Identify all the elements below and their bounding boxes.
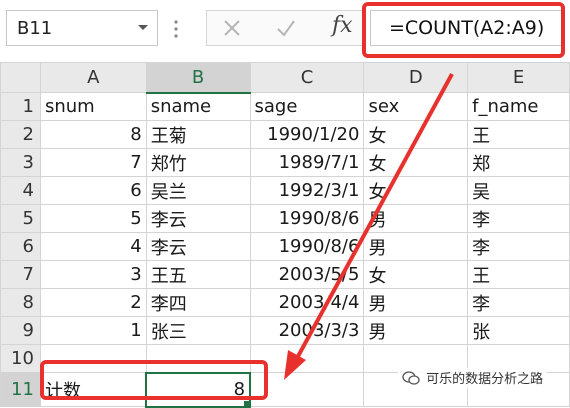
chevron-down-icon[interactable] xyxy=(137,22,149,34)
cell[interactable]: 男 xyxy=(363,204,469,233)
column-header-c[interactable]: C xyxy=(249,62,365,93)
row-header[interactable]: 1 xyxy=(0,92,41,121)
cell[interactable]: 1992/3/1 xyxy=(249,176,365,205)
column-header-a[interactable]: A xyxy=(39,62,147,93)
cell[interactable]: sage xyxy=(249,92,365,121)
cell[interactable]: 吴兰 xyxy=(145,176,251,205)
cell[interactable]: 王 xyxy=(467,120,570,149)
column-header-e[interactable]: E xyxy=(467,62,570,93)
cell[interactable]: snum xyxy=(39,92,147,121)
cell[interactable]: sname xyxy=(145,92,251,121)
cell[interactable]: 女 xyxy=(363,120,469,149)
wechat-icon xyxy=(402,371,420,385)
formula-highlight-box xyxy=(362,2,565,58)
cell[interactable]: 张 xyxy=(467,316,570,345)
cell[interactable]: 男 xyxy=(363,232,469,261)
close-icon[interactable] xyxy=(221,17,243,39)
name-box-value: B11 xyxy=(17,18,53,39)
cell[interactable]: 5 xyxy=(39,204,147,233)
cell[interactable]: 郑竹 xyxy=(145,148,251,177)
cell[interactable]: 1990/8/6 xyxy=(249,204,365,233)
row-header[interactable]: 7 xyxy=(0,260,41,289)
cell[interactable]: 王 xyxy=(467,260,570,289)
fill-handle[interactable] xyxy=(243,399,249,405)
row-header[interactable]: 5 xyxy=(0,204,41,233)
cell[interactable]: 2003/4/4 xyxy=(249,288,365,317)
drag-handle-icon[interactable] xyxy=(172,18,180,40)
row-header[interactable]: 6 xyxy=(0,232,41,261)
spreadsheet-grid: A B C D E 1 snum sname sage sex f_name 2… xyxy=(0,62,570,408)
cell[interactable]: 8 xyxy=(39,120,147,149)
column-header-b[interactable]: B xyxy=(145,62,251,94)
cell[interactable]: 李四 xyxy=(145,288,251,317)
column-header-d[interactable]: D xyxy=(363,62,469,93)
result-highlight-box xyxy=(40,360,268,400)
cell[interactable]: 1989/7/1 xyxy=(249,148,365,177)
insert-function-button[interactable]: fx xyxy=(332,13,353,38)
cell[interactable]: 1990/8/6 xyxy=(249,232,365,261)
cell[interactable]: 女 xyxy=(363,260,469,289)
cell[interactable]: f_name xyxy=(467,92,570,121)
formula-buttons: fx xyxy=(206,10,366,46)
select-all-corner[interactable] xyxy=(0,62,41,93)
cell[interactable]: 2003/3/3 xyxy=(249,316,365,345)
row-header[interactable]: 4 xyxy=(0,176,41,205)
cell[interactable]: 李 xyxy=(467,204,570,233)
cell[interactable]: 李 xyxy=(467,288,570,317)
cell[interactable]: 男 xyxy=(363,288,469,317)
row-header[interactable]: 8 xyxy=(0,288,41,317)
cell[interactable]: 1990/1/20 xyxy=(249,120,365,149)
row-header[interactable]: 3 xyxy=(0,148,41,177)
cell[interactable]: sex xyxy=(363,92,469,121)
cell[interactable]: 6 xyxy=(39,176,147,205)
cell[interactable]: 3 xyxy=(39,260,147,289)
watermark: 可乐的数据分析之路 xyxy=(398,368,548,388)
check-icon[interactable] xyxy=(275,17,297,39)
cell[interactable]: 李 xyxy=(467,232,570,261)
row-header[interactable]: 2 xyxy=(0,120,41,149)
cell[interactable]: 王菊 xyxy=(145,120,251,149)
cell[interactable]: 李云 xyxy=(145,204,251,233)
row-header[interactable]: 10 xyxy=(0,344,41,373)
cell[interactable]: 张三 xyxy=(145,316,251,345)
cell[interactable]: 女 xyxy=(363,148,469,177)
cell[interactable]: 李云 xyxy=(145,232,251,261)
name-box[interactable]: B11 xyxy=(6,10,158,46)
cell[interactable]: 7 xyxy=(39,148,147,177)
watermark-text: 可乐的数据分析之路 xyxy=(426,372,544,387)
formula-toolbar: B11 fx =COUNT(A2:A9) xyxy=(0,0,570,62)
cell[interactable]: 2003/5/5 xyxy=(249,260,365,289)
cell[interactable]: 吴 xyxy=(467,176,570,205)
cell[interactable]: 王五 xyxy=(145,260,251,289)
cell[interactable]: 郑 xyxy=(467,148,570,177)
cell[interactable]: 男 xyxy=(363,316,469,345)
cell[interactable]: 4 xyxy=(39,232,147,261)
row-header[interactable]: 11 xyxy=(0,372,41,407)
cell[interactable]: 1 xyxy=(39,316,147,345)
row-header[interactable]: 9 xyxy=(0,316,41,345)
cell[interactable]: 女 xyxy=(363,176,469,205)
cell[interactable]: 2 xyxy=(39,288,147,317)
sheet-table: A B C D E 1 snum sname sage sex f_name 2… xyxy=(0,62,570,408)
